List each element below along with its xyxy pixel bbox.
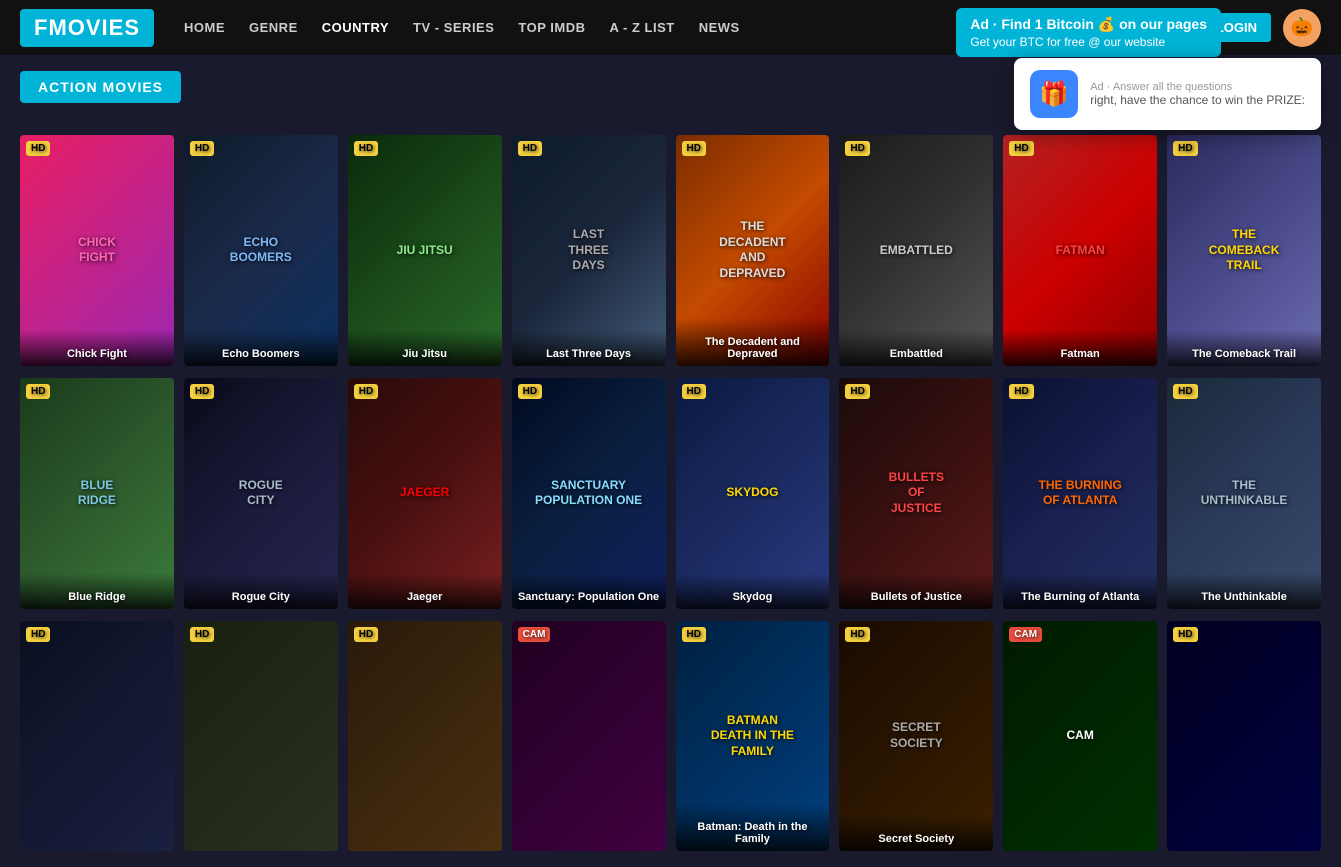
movie-grid-row1: CHICK FIGHT HD Chick Fight ECHO BOOMERS … [20,135,1321,366]
nav-news[interactable]: NEWS [699,20,740,35]
movie-card[interactable]: SKYDOG HD Skydog [676,378,830,609]
movie-title: Echo Boomers [184,330,338,366]
movie-card[interactable]: THE DECADENT AND DEPRAVED HD The Decaden… [676,135,830,366]
movie-card[interactable]: CAM [512,621,666,852]
movie-title: Embattled [839,330,993,366]
movie-card[interactable]: CHICK FIGHT HD Chick Fight [20,135,174,366]
movie-card[interactable]: FATMAN HD Fatman [1003,135,1157,366]
ad-side-label: Ad · Answer all the questions [1090,81,1305,93]
movie-card[interactable]: BLUE RIDGE HD Blue Ridge [20,378,174,609]
ad-side-icon: 🎁 [1030,70,1078,118]
nav-azlist[interactable]: A - Z LIST [610,20,675,35]
movie-badge: HD [845,627,869,642]
movie-card[interactable]: THE COMEBACK TRAIL HD The Comeback Trail [1167,135,1321,366]
movie-card[interactable]: CAM CAM [1003,621,1157,852]
movie-grid-row2: BLUE RIDGE HD Blue Ridge ROGUE CITY HD R… [20,378,1321,609]
movie-card[interactable]: THE UNTHINKABLE HD The Unthinkable [1167,378,1321,609]
movie-badge: HD [1009,384,1033,399]
movie-title: Batman: Death in the Family [676,803,830,851]
movie-title: The Unthinkable [1167,573,1321,609]
movie-badge: HD [190,627,214,642]
movie-card[interactable]: ECHO BOOMERS HD Echo Boomers [184,135,338,366]
movie-badge: HD [518,141,542,156]
movie-card[interactable]: JIU JITSU HD Jiu Jitsu [348,135,502,366]
movie-badge: HD [26,384,50,399]
movie-card[interactable]: EMBATTLED HD Embattled [839,135,993,366]
nav-country[interactable]: COUNTRY [322,20,389,35]
movie-title: Bullets of Justice [839,573,993,609]
movie-card[interactable]: HD [1167,621,1321,852]
movie-title: Secret Society [839,815,993,851]
ad-banner-top[interactable]: Ad · Find 1 Bitcoin 💰 on our pages Get y… [956,8,1221,57]
main-content: ACTION MOVIES ⚙ Filter CHICK FIGHT HD Ch… [0,55,1341,867]
nav-tvseries[interactable]: TV - SERIES [413,20,494,35]
movie-title: Sanctuary: Population One [512,573,666,609]
logo[interactable]: FMOVIES [20,9,154,47]
movie-card[interactable]: JAEGER HD Jaeger [348,378,502,609]
movie-card[interactable]: THE BURNING OF ATLANTA HD The Burning of… [1003,378,1157,609]
movie-title: Last Three Days [512,330,666,366]
movie-card[interactable]: BULLETS OF JUSTICE HD Bullets of Justice [839,378,993,609]
movie-badge: HD [1173,627,1197,642]
movie-card[interactable]: BATMAN DEATH IN THE FAMILY HD Batman: De… [676,621,830,852]
movie-title: The Comeback Trail [1167,330,1321,366]
movie-badge: HD [1173,141,1197,156]
movie-badge: HD [354,627,378,642]
movie-title: Rogue City [184,573,338,609]
movie-card[interactable]: HD [184,621,338,852]
movie-badge: HD [1173,384,1197,399]
movie-badge: CAM [518,627,551,642]
movie-badge: HD [682,141,706,156]
header: FMOVIES HOME GENRE COUNTRY TV - SERIES T… [0,0,1341,55]
movie-badge: HD [845,141,869,156]
movie-title: Blue Ridge [20,573,174,609]
movie-badge: HD [518,384,542,399]
movie-title: Fatman [1003,330,1157,366]
nav-genre[interactable]: GENRE [249,20,298,35]
movie-card[interactable]: LAST THREE DAYS HD Last Three Days [512,135,666,366]
movie-badge: HD [190,141,214,156]
movie-title: The Burning of Atlanta [1003,573,1157,609]
movie-title: Jaeger [348,573,502,609]
movie-title: Chick Fight [20,330,174,366]
movie-badge: HD [354,141,378,156]
movie-badge: HD [190,384,214,399]
ad-side-desc: right, have the chance to win the PRIZE: [1090,93,1305,107]
nav-home[interactable]: HOME [184,20,225,35]
nav-topimdb[interactable]: TOP IMDb [518,20,585,35]
movie-badge: CAM [1009,627,1042,642]
movie-badge: HD [26,627,50,642]
movie-title: Jiu Jitsu [348,330,502,366]
movie-card[interactable]: SANCTUARY POPULATION ONE HD Sanctuary: P… [512,378,666,609]
movie-badge: HD [682,627,706,642]
ad-top-title: Ad · Find 1 Bitcoin 💰 on our pages [970,16,1207,33]
movie-card[interactable]: SECRET SOCIETY HD Secret Society [839,621,993,852]
movie-title: Skydog [676,573,830,609]
movie-card[interactable]: ROGUE CITY HD Rogue City [184,378,338,609]
movie-badge: HD [26,141,50,156]
movie-badge: HD [1009,141,1033,156]
movie-card[interactable]: HD [348,621,502,852]
avatar[interactable]: 🎃 [1283,9,1321,47]
movie-badge: HD [354,384,378,399]
section-title: ACTION MOVIES [20,71,181,103]
ad-side-text: Ad · Answer all the questions right, hav… [1090,81,1305,107]
ad-banner-side[interactable]: 🎁 Ad · Answer all the questions right, h… [1014,58,1321,130]
movie-badge: HD [845,384,869,399]
ad-top-sub: Get your BTC for free @ our website [970,35,1207,49]
movie-grid-row3: HD HD HD CAM [20,621,1321,852]
movie-card[interactable]: HD [20,621,174,852]
movie-badge: HD [682,384,706,399]
movie-title: The Decadent and Depraved [676,318,830,366]
